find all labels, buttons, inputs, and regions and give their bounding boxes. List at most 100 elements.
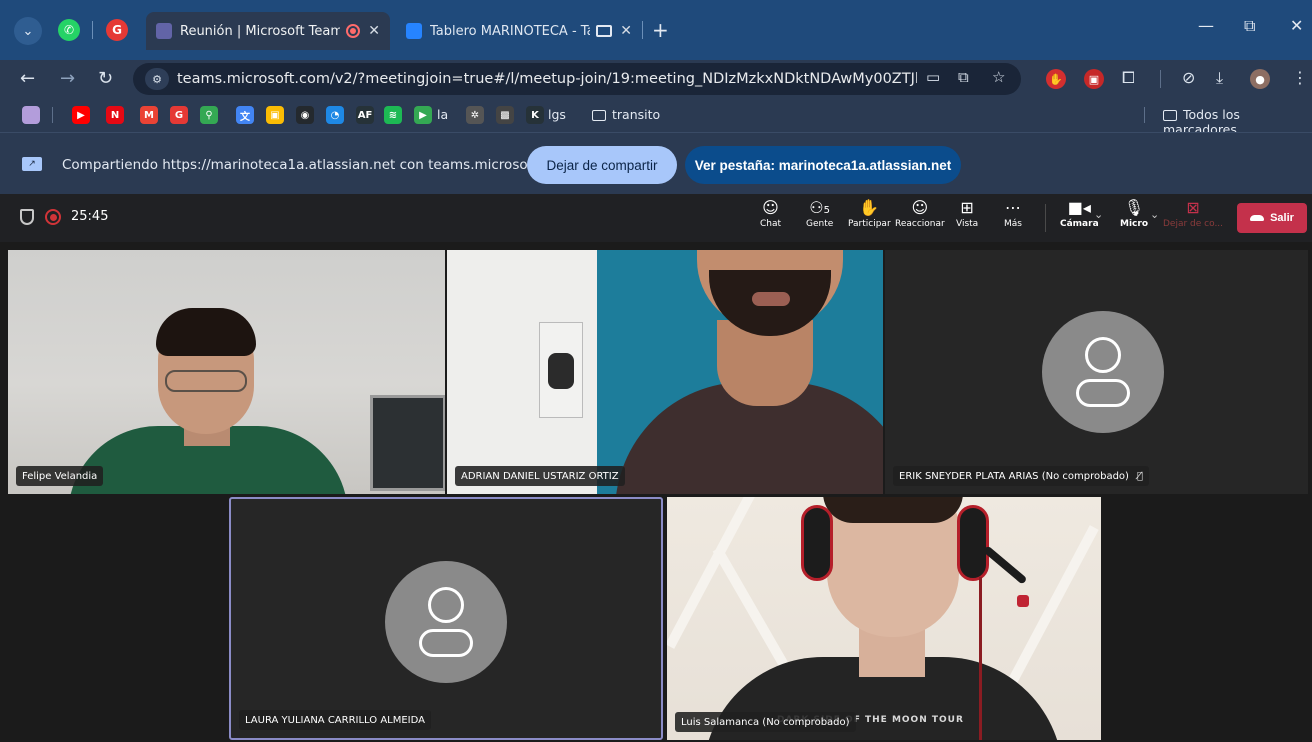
bookmark-translate-icon[interactable]: 文	[236, 106, 254, 124]
close-window-button[interactable]: ✕	[1290, 16, 1303, 35]
tab-marinoteca-board[interactable]: Tablero MARINOTECA - Tab ✕	[396, 12, 642, 50]
close-tab-icon[interactable]: ✕	[620, 23, 632, 39]
close-tab-icon[interactable]: ✕	[368, 23, 380, 39]
bookmark-gmail-icon[interactable]: M	[140, 106, 158, 124]
pinned-whatsapp-icon[interactable]: ✆	[58, 19, 80, 41]
person-icon-body	[1076, 379, 1130, 407]
people-count: 5	[823, 205, 830, 216]
meeting-control-bar: 25:45 ☺ Chat ⚇5 Gente ✋ Participar ☺ Rea…	[0, 194, 1312, 242]
reload-icon[interactable]: ↻	[98, 68, 113, 89]
profile-avatar[interactable]: ●	[1250, 69, 1270, 89]
stop-share-label: Dejar de co...	[1163, 219, 1224, 229]
bookmark-la[interactable]: la	[437, 107, 448, 122]
bookmark-arc-icon[interactable]: ◔	[326, 106, 344, 124]
cast-icon[interactable]: ⧉	[958, 68, 969, 86]
minimize-button[interactable]: —	[1198, 16, 1214, 35]
bookmark-pattern-icon[interactable]: ▩	[496, 106, 514, 124]
camera-in-use-icon[interactable]: ▭	[926, 68, 940, 86]
bookmark-folder-label: transito	[612, 107, 661, 122]
headset-cable	[979, 577, 982, 740]
bookmark-app-icon[interactable]	[22, 106, 40, 124]
tab-teams-meeting[interactable]: Reunión | Microsoft Teams ✕	[146, 12, 390, 50]
bookmarks-bar: ▶ N M G ⚲ 文 ▣ ◉ ◔ AF ≋ ▶ la ✲ ▩ K lgs tr…	[0, 98, 1312, 137]
bookmark-maps-icon[interactable]: ⚲	[200, 106, 218, 124]
more-button[interactable]: ⋯ Más	[1004, 198, 1022, 229]
bookmark-chrome-icon[interactable]: G	[170, 106, 188, 124]
address-bar[interactable]: ⚙ teams.microsoft.com/v2/?meetingjoin=tr…	[133, 63, 1021, 95]
extension-adblock-icon[interactable]: ✋	[1046, 69, 1066, 89]
more-dots-icon: ⋯	[1004, 198, 1021, 217]
participant-tile-erik[interactable]: ERIK SNEYDER PLATA ARIAS (No comprobado)…	[885, 250, 1308, 494]
bookmark-k-icon[interactable]: K	[526, 106, 544, 124]
pinned-app-icon[interactable]: G	[106, 19, 128, 41]
camera-icon: ■◂	[1067, 198, 1091, 217]
tab-search-icon[interactable]: ⌄	[14, 17, 42, 45]
bookmark-star-icon[interactable]: ☆	[992, 68, 1005, 86]
participant-name: ERIK SNEYDER PLATA ARIAS (No comprobado)	[899, 470, 1129, 482]
mic-muted-icon: 🎙̸	[1136, 470, 1143, 482]
leave-button[interactable]: Salir	[1237, 203, 1307, 233]
grid-icon: ⊞	[960, 198, 974, 217]
bookmark-netflix-icon[interactable]: N	[106, 106, 124, 124]
bookmark-spotify-icon[interactable]: ≋	[384, 106, 402, 124]
performance-icon[interactable]: ⊘	[1182, 68, 1195, 87]
browser-tab-strip: ⌄ ✆ G Reunión | Microsoft Teams ✕ Tabler…	[0, 0, 1312, 60]
bookmark-af-icon[interactable]: AF	[356, 106, 374, 124]
mic-options-chevron-icon[interactable]: ⌄	[1150, 208, 1159, 221]
raise-hand-button[interactable]: ✋ Participar	[848, 198, 891, 229]
tab-separator	[642, 21, 643, 39]
control-divider	[1045, 204, 1046, 232]
camera-options-chevron-icon[interactable]: ⌄	[1094, 208, 1103, 221]
back-icon[interactable]: ←	[20, 68, 35, 89]
view-button[interactable]: ⊞ Vista	[956, 198, 978, 229]
chat-button[interactable]: ☺ Chat	[760, 198, 781, 229]
view-tab-button[interactable]: Ver pestaña: marinoteca1a.atlassian.net	[685, 146, 961, 184]
stop-sharing-button[interactable]: Dejar de compartir	[527, 146, 677, 184]
folder-icon	[592, 110, 606, 121]
bookmark-play-icon[interactable]: ▶	[414, 106, 432, 124]
smiley-icon: ☺	[911, 198, 929, 217]
bookmark-chatgpt-icon[interactable]: ✲	[466, 106, 484, 124]
people-button[interactable]: ⚇5 Gente	[806, 198, 833, 229]
forward-icon[interactable]: →	[60, 68, 75, 89]
hand-icon: ✋	[859, 198, 880, 217]
headset-left-cup	[801, 505, 833, 581]
camera-button[interactable]: ■◂ Cámara	[1060, 198, 1099, 229]
folder-icon	[1163, 110, 1177, 121]
microphone-icon: 🎙	[1123, 198, 1145, 217]
participant-tile-luis[interactable]: DARK SIDE OF THE MOON TOUR Luis Salamanc…	[667, 497, 1101, 740]
teams-icon	[156, 23, 172, 39]
extension-screen-icon[interactable]: ▣	[1084, 69, 1104, 89]
mic-button[interactable]: 🎙 Micro	[1120, 198, 1148, 229]
video-grid: Felipe Velandia ADRIAN DANIEL USTARIZ OR…	[0, 242, 1312, 742]
monitor-in-room	[370, 395, 445, 491]
camera-label: Cámara	[1060, 219, 1099, 229]
restore-button[interactable]: ⧉	[1244, 16, 1255, 36]
bookmark-folder-transito[interactable]: transito	[592, 107, 660, 122]
site-info-icon[interactable]: ⚙	[145, 68, 169, 90]
participant-tile-adrian[interactable]: ADRIAN DANIEL USTARIZ ORTIZ	[447, 250, 883, 494]
bookmark-lgs[interactable]: lgs	[548, 107, 566, 122]
menu-kebab-icon[interactable]: ⋮	[1292, 68, 1308, 87]
participant-tile-felipe[interactable]: Felipe Velandia	[8, 250, 445, 494]
new-tab-button[interactable]: +	[652, 18, 669, 42]
video-person-mouth	[752, 292, 790, 306]
bookmark-github-icon[interactable]: ◉	[296, 106, 314, 124]
video-person-hair	[156, 308, 256, 356]
react-button[interactable]: ☺ Reaccionar	[895, 198, 945, 229]
bookmark-youtube-icon[interactable]: ▶	[72, 106, 90, 124]
headset-right-cup	[957, 505, 989, 581]
download-icon[interactable]: ⤓	[1216, 68, 1223, 88]
participant-tile-laura[interactable]: LAURA YULIANA CARRILLO ALMEIDA	[229, 497, 663, 740]
tab-title: Tablero MARINOTECA - Tab	[430, 23, 591, 39]
stop-share-button[interactable]: ⊠ Dejar de co...	[1163, 198, 1223, 229]
extensions-puzzle-icon[interactable]: ⧠	[1122, 68, 1135, 88]
headset-mic-tip	[1017, 595, 1029, 607]
url-text[interactable]: teams.microsoft.com/v2/?meetingjoin=true…	[177, 71, 917, 87]
meeting-timer: 25:45	[71, 209, 109, 224]
stop-share-icon: ⊠	[1186, 198, 1200, 217]
raise-hand-label: Participar	[848, 219, 891, 229]
bookmark-slides-icon[interactable]: ▣	[266, 106, 284, 124]
shield-icon[interactable]	[20, 209, 34, 225]
chat-label: Chat	[760, 219, 782, 229]
